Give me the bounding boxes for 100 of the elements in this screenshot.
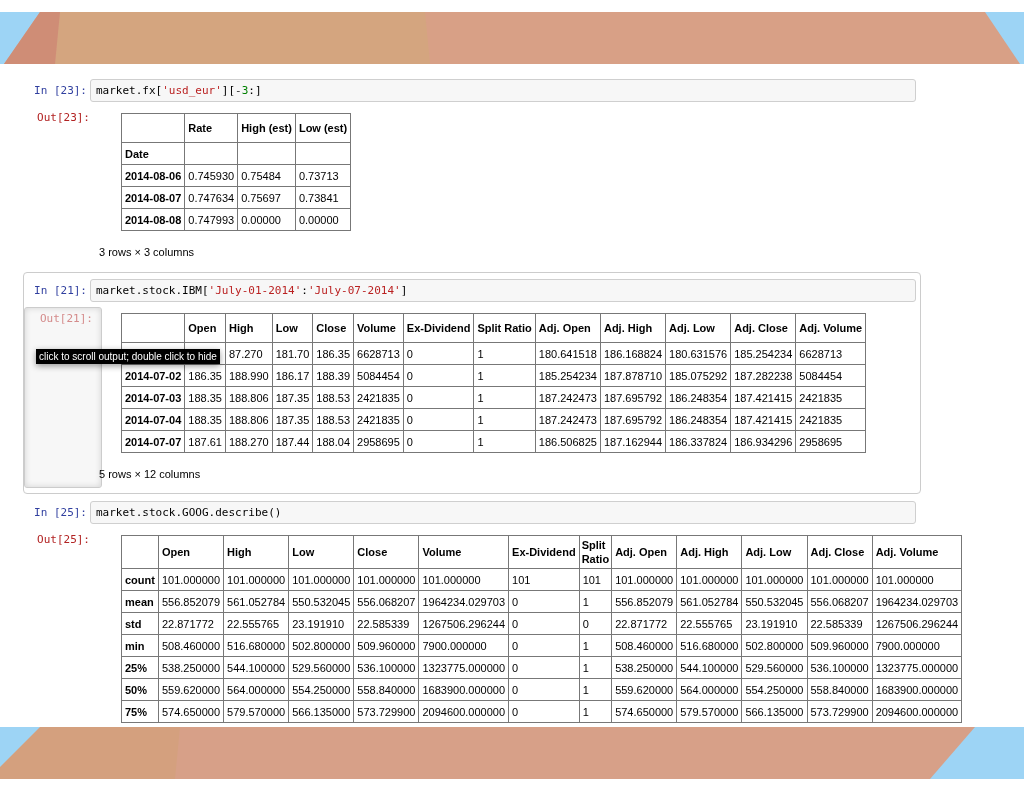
- table-cell: 1323775.000000: [418, 656, 509, 679]
- table-cell: 509.960000: [353, 634, 419, 657]
- table-cell: 101.000000: [611, 568, 677, 591]
- table-cell: 556.068207: [353, 590, 419, 613]
- table-cell: 188.35: [184, 408, 226, 431]
- table-cell: 101: [579, 568, 612, 591]
- table-cell: 101.000000: [741, 568, 807, 591]
- column-header: Adj. Close: [807, 535, 873, 569]
- table-cell: 1: [473, 386, 536, 409]
- table-cell: 2958695: [795, 430, 866, 453]
- code-input[interactable]: market.stock.GOOG.describe(): [90, 501, 916, 524]
- table-cell: 579.570000: [223, 700, 289, 723]
- row-label: 2014-07-04: [121, 408, 185, 431]
- table-cell: 185.075292: [665, 364, 731, 387]
- table-cell: 101.000000: [288, 568, 354, 591]
- column-header: Split Ratio: [473, 313, 536, 343]
- table-cell: 7900.000000: [418, 634, 509, 657]
- table-cell: 185.254234: [730, 342, 796, 365]
- table-cell: 0: [508, 590, 580, 613]
- tooltip: click to scroll output; double click to hide: [36, 349, 220, 364]
- column-header: Adj. High: [600, 313, 666, 343]
- code-input[interactable]: market.stock.IBM['July-01-2014':'July-07-2014']: [90, 279, 916, 302]
- table-cell: 101.000000: [418, 568, 509, 591]
- table-cell: 186.35: [312, 342, 354, 365]
- column-header: Adj. Volume: [795, 313, 866, 343]
- table-cell: 22.555765: [223, 612, 289, 635]
- table-footer: 3 rows × 3 columns: [99, 246, 352, 258]
- column-header: Adj. Volume: [872, 535, 962, 569]
- column-header: Adj. Close: [730, 313, 796, 343]
- table-cell: 188.806: [225, 386, 273, 409]
- table-cell: 22.871772: [158, 612, 224, 635]
- table-cell: 566.135000: [288, 700, 354, 723]
- table-cell: 1323775.000000: [872, 656, 962, 679]
- table-cell: 186.337824: [665, 430, 731, 453]
- row-label: 2014-07-07: [121, 430, 185, 453]
- table-cell: 1: [473, 430, 536, 453]
- table-cell: 544.100000: [676, 656, 742, 679]
- row-label: 25%: [121, 656, 159, 679]
- table-cell: 502.800000: [288, 634, 354, 657]
- table-cell: 1: [579, 590, 612, 613]
- table-cell: 2421835: [353, 408, 404, 431]
- table-cell: 0.00000: [237, 208, 296, 231]
- table-cell: 1: [579, 700, 612, 723]
- table-cell: 529.560000: [288, 656, 354, 679]
- table-cell: 554.250000: [741, 678, 807, 701]
- table-cell: 579.570000: [676, 700, 742, 723]
- table-cell: 186.17: [272, 364, 313, 387]
- table-cell: 5084454: [353, 364, 404, 387]
- table-cell: 536.100000: [353, 656, 419, 679]
- table-cell: 561.052784: [223, 590, 289, 613]
- table-cell: 0: [508, 678, 580, 701]
- output-prompt: Out[21]:: [39, 311, 94, 325]
- table-cell: 188.39: [312, 364, 354, 387]
- table-cell: 181.70: [272, 342, 313, 365]
- table-cell: 0.747993: [184, 208, 238, 231]
- column-header: Low: [288, 535, 354, 569]
- table-cell: 22.585339: [353, 612, 419, 635]
- input-prompt: In [21]:: [33, 283, 88, 297]
- cell-frame[interactable]: [23, 272, 921, 494]
- table-cell: 1683900.000000: [418, 678, 509, 701]
- row-label: 50%: [121, 678, 159, 701]
- table-cell: 536.100000: [807, 656, 873, 679]
- table-cell: 22.585339: [807, 612, 873, 635]
- output-prompt: Out[25]:: [36, 532, 91, 546]
- table-cell: 0: [403, 430, 474, 453]
- row-label: count: [121, 568, 159, 591]
- table-cell: 101: [508, 568, 580, 591]
- table-cell: 573.729900: [807, 700, 873, 723]
- table-cell: 0: [403, 386, 474, 409]
- table-cell: 0: [508, 700, 580, 723]
- table-cell: 0: [508, 634, 580, 657]
- table-cell: 180.641518: [535, 342, 601, 365]
- column-header: Low (est): [295, 113, 351, 143]
- table-cell: 187.44: [272, 430, 313, 453]
- column-header: Volume: [418, 535, 509, 569]
- table-cell: 187.878710: [600, 364, 666, 387]
- table-cell: 2421835: [795, 386, 866, 409]
- input-prompt: In [23]:: [33, 83, 88, 97]
- table-cell: 2958695: [353, 430, 404, 453]
- row-label: mean: [121, 590, 159, 613]
- column-header: Low: [272, 313, 313, 343]
- table-cell: 187.695792: [600, 386, 666, 409]
- table-cell: 558.840000: [353, 678, 419, 701]
- table-cell: 186.248354: [665, 408, 731, 431]
- table-cell: 1683900.000000: [872, 678, 962, 701]
- code-input[interactable]: market.fx['usd_eur'][-3:]: [90, 79, 916, 102]
- table-cell: 0: [403, 364, 474, 387]
- column-header: Adj. Open: [611, 535, 677, 569]
- table-cell: 1: [579, 656, 612, 679]
- table-cell: 87.270: [225, 342, 273, 365]
- table-cell: 556.852079: [158, 590, 224, 613]
- table-cell: 0.747634: [184, 186, 238, 209]
- table-cell: 188.806: [225, 408, 273, 431]
- table-cell: 188.53: [312, 408, 354, 431]
- table-cell: 22.871772: [611, 612, 677, 635]
- table-cell: 509.960000: [807, 634, 873, 657]
- table-cell: 0.75697: [237, 186, 296, 209]
- table-cell: 187.35: [272, 408, 313, 431]
- table-cell: 186.168824: [600, 342, 666, 365]
- table-cell: 566.135000: [741, 700, 807, 723]
